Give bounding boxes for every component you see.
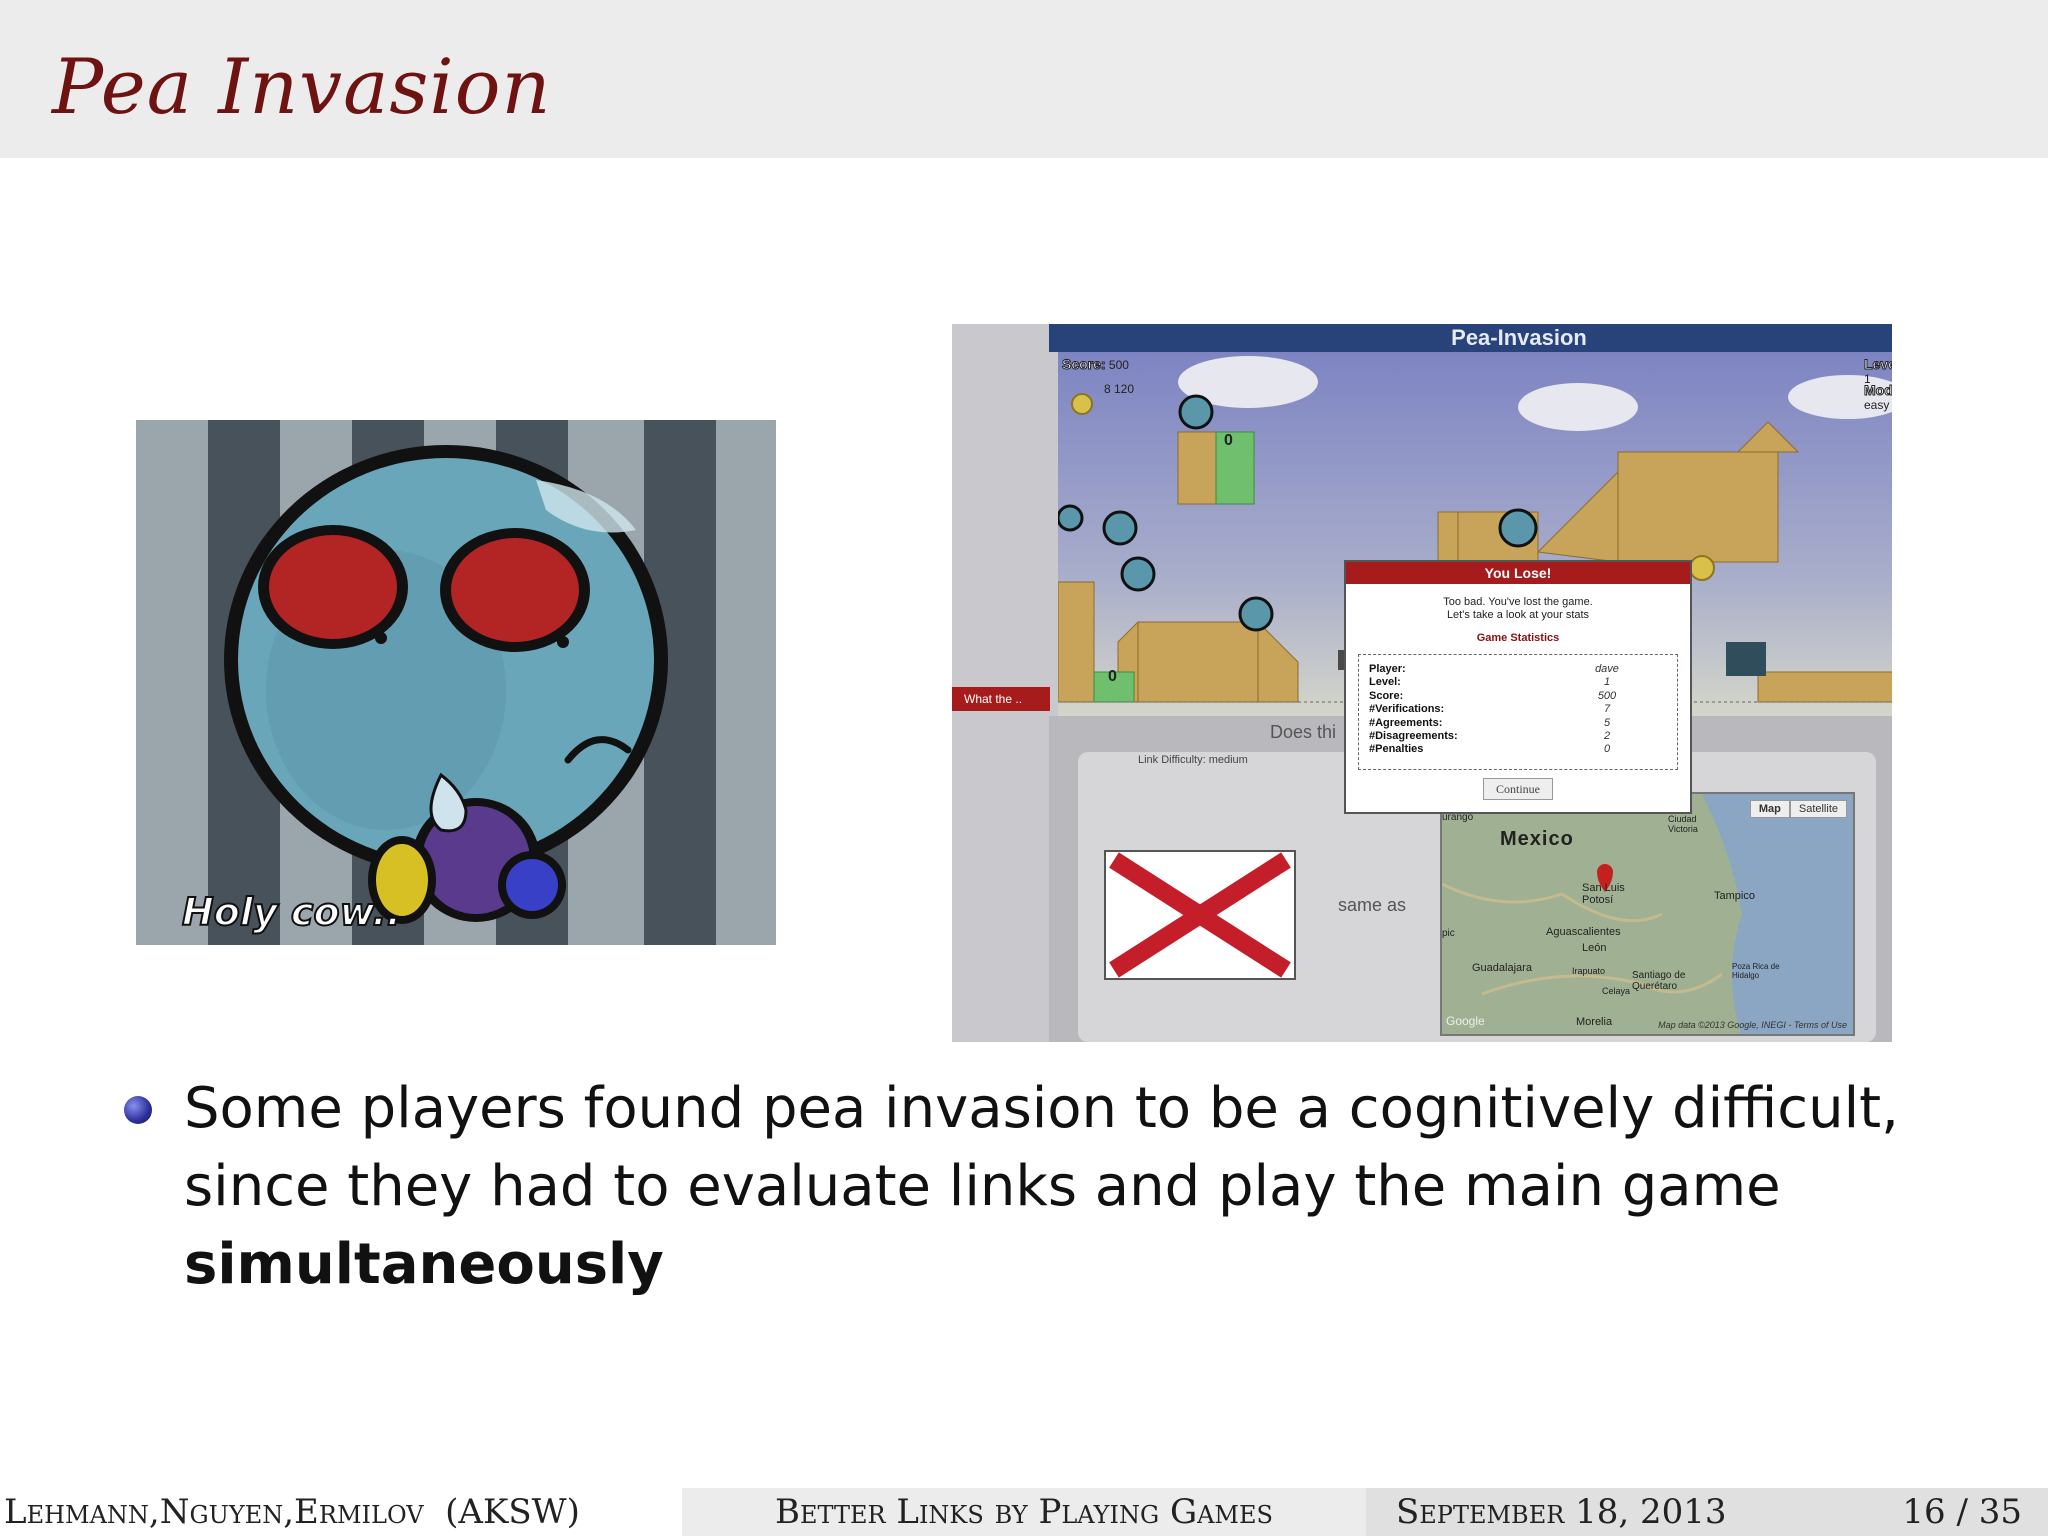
footer-authors: Lehmann,Nguyen,Ermilov (AKSW) <box>0 1488 682 1536</box>
stat-row: #Penalties 0 <box>1369 743 1667 756</box>
score-label: Score: <box>1062 356 1107 373</box>
map-widget[interactable]: Map Satellite Mexico Ciudad Victoria San… <box>1440 792 1855 1036</box>
footer-date: September 18, 2013 <box>1396 1492 1727 1532</box>
stat-key: #Penalties <box>1369 743 1424 756</box>
bullet-point: Some players found pea invasion to be a … <box>184 1070 1984 1304</box>
game-statistics-table: Player: dave Level: 1 Score: 500 #Verificat… <box>1358 654 1678 770</box>
footer-page-number: 16 / 35 <box>1902 1492 2022 1532</box>
level-label: Level: <box>1863 356 1892 373</box>
dialog-title: You Lose! <box>1346 562 1690 584</box>
map-attribution[interactable]: Map data ©2013 Google, INEGI - Terms of … <box>1658 1020 1847 1030</box>
cartoon-caption: Holy cow.. <box>181 889 402 935</box>
footer-talk-title: Better Links by Playing Games <box>682 1488 1366 1536</box>
mode-value: easy <box>1864 398 1890 412</box>
stat-value: 7 <box>1603 703 1611 716</box>
map-place: Poza Rica de Hidalgo <box>1732 962 1780 980</box>
map-place: Irapuato <box>1572 966 1606 976</box>
stat-key: Player: <box>1369 663 1406 675</box>
map-place: León <box>1582 942 1607 954</box>
pea-cartoon-image: Holy cow.. <box>136 420 776 945</box>
footer-authors-names: Lehmann,Nguyen,Ermilov <box>4 1492 424 1532</box>
block-label-top: 0 <box>1224 432 1233 449</box>
stat-value: 2 <box>1603 730 1611 743</box>
hud-score: Score: 500 <box>1062 356 1129 373</box>
stat-row: #Verifications: 7 <box>1369 703 1667 716</box>
hud-coins: 8 120 <box>1104 382 1135 396</box>
google-logo: Google <box>1446 1014 1485 1028</box>
map-place: Santiago de Querétaro <box>1632 970 1686 992</box>
map-place: Tampico <box>1714 890 1755 902</box>
map-country-label: Mexico <box>1500 828 1574 850</box>
hud-mode: Mode: easy <box>1863 382 1892 413</box>
footer-org: (AKSW) <box>445 1492 580 1532</box>
relation-label: same as <box>1337 895 1407 915</box>
dialog-message-line-1: Too bad. You've lost the game. <box>1443 596 1593 608</box>
bullet-icon <box>124 1096 152 1124</box>
map-place: pic <box>1442 928 1455 939</box>
stat-row: #Disagreements: 2 <box>1369 730 1667 743</box>
stat-value: 500 <box>1597 689 1617 702</box>
stat-row: Player: dave <box>1369 663 1667 676</box>
slide-footer: Lehmann,Nguyen,Ermilov (AKSW) Better Lin… <box>0 1488 2048 1536</box>
stat-value: 1 <box>1603 676 1611 689</box>
stat-key: Score: <box>1369 689 1404 702</box>
stat-row: #Agreements: 5 <box>1369 717 1667 730</box>
bullet-text-bold: simultaneously <box>184 1232 664 1297</box>
footer-date-page: September 18, 2013 16 / 35 <box>1366 1488 2048 1536</box>
map-tab-satellite[interactable]: Satellite <box>1789 800 1847 818</box>
stat-value: dave <box>1595 663 1619 675</box>
map-place: Guadalajara <box>1472 962 1532 974</box>
flag-image <box>1104 850 1296 980</box>
map-place: San Luis Potosí <box>1582 882 1625 906</box>
map-place: Celaya <box>1602 986 1631 996</box>
slide-title: Pea Invasion <box>52 42 552 131</box>
map-tabs: Map Satellite <box>1749 800 1847 818</box>
map-place: Ciudad Victoria <box>1668 814 1698 834</box>
map-tab-map[interactable]: Map <box>1749 800 1790 818</box>
dialog-message: Too bad. You've lost the game. Let's tak… <box>1346 596 1690 622</box>
stat-key: #Verifications: <box>1369 703 1445 716</box>
stat-value: 0 <box>1603 743 1611 756</box>
map-place: Morelia <box>1576 1016 1613 1028</box>
block-label-bottom: 0 <box>1108 668 1117 685</box>
stat-key: Level: <box>1369 676 1401 689</box>
bullet-text-main: Some players found pea invasion to be a … <box>184 1076 1899 1219</box>
map-place: Aguascalientes <box>1546 926 1621 938</box>
title-bar: Pea Invasion <box>0 0 2048 158</box>
dialog-message-line-2: Let's take a look at your stats <box>1446 609 1590 621</box>
game-statistics-heading: Game Statistics <box>1476 632 1560 644</box>
game-title: Pea-Invasion <box>1049 324 1892 352</box>
what-the-button[interactable]: What the .. <box>952 687 1050 711</box>
link-question: Does thi <box>1270 722 1337 742</box>
continue-button[interactable]: Continue <box>1483 778 1553 800</box>
link-difficulty: Link Difficulty: medium <box>1138 754 1248 766</box>
burgundy-cross-flag <box>1106 852 1294 978</box>
score-value: 500 <box>1108 358 1129 372</box>
stat-value: 5 <box>1603 716 1611 729</box>
stat-row: Score: 500 <box>1369 690 1667 703</box>
stat-row: Level: 1 <box>1369 676 1667 689</box>
mode-label: Mode: <box>1863 382 1892 399</box>
stat-key: #Disagreements: <box>1369 730 1458 743</box>
stat-key: #Agreements: <box>1369 716 1443 729</box>
pea-cartoon-drawing <box>136 420 776 945</box>
you-lose-dialog: You Lose! Too bad. You've lost the game.… <box>1344 560 1692 814</box>
